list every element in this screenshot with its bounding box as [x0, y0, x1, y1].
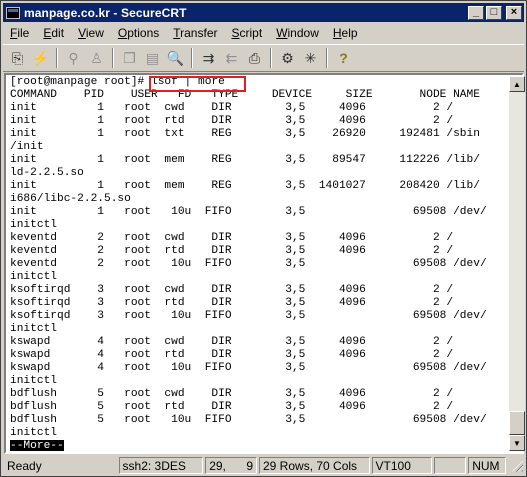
- terminal-line: kswapd 4 root rtd DIR 3,5 4096 2 /: [10, 349, 454, 361]
- window-title: manpage.co.kr - SecureCRT: [24, 5, 187, 20]
- minimize-button[interactable]: _: [468, 5, 484, 20]
- terminal-line: initctl: [10, 219, 57, 231]
- terminal-line: initctl: [10, 375, 57, 387]
- toolbar-separator: [56, 48, 58, 68]
- terminal-line: [root@manpage root]# lsof | more: [10, 76, 225, 88]
- quick-connect-icon[interactable]: ⚡: [29, 47, 52, 69]
- status-bar: Ready ssh2: 3DES 29, 9 29 Rows, 70 Cols V…: [3, 456, 524, 475]
- status-col: 9: [246, 458, 253, 473]
- menu-edit[interactable]: Edit: [36, 26, 71, 40]
- terminal-line: COMMAND PID USER FD TYPE DEVICE SIZE NOD…: [10, 89, 480, 101]
- status-cursor: 29, 9: [205, 457, 257, 474]
- menu-transfer[interactable]: Transfer: [166, 26, 224, 40]
- title-bar[interactable]: manpage.co.kr - SecureCRT _ □ ×: [3, 3, 524, 22]
- paste-icon[interactable]: ▤: [141, 47, 164, 69]
- status-row: 29,: [209, 458, 226, 473]
- help-icon[interactable]: ?: [332, 47, 355, 69]
- connect-icon[interactable]: ⎘: [6, 47, 29, 69]
- pager-more-prompt[interactable]: --More--: [10, 440, 64, 451]
- terminal-line: init 1 root mem REG 3,5 89547 112226 /li…: [10, 154, 480, 166]
- menu-options[interactable]: Options: [111, 26, 166, 40]
- terminal-line: --More--: [10, 440, 507, 451]
- find-icon[interactable]: 🔍: [164, 47, 187, 69]
- terminal-line: init 1 root txt REG 3,5 26920 192481 /sb…: [10, 128, 480, 140]
- terminal-line: kswapd 4 root cwd DIR 3,5 4096 2 /: [10, 336, 454, 348]
- command-highlight-box: [149, 76, 246, 92]
- scroll-up-arrow-icon[interactable]: ▲: [509, 76, 525, 92]
- vertical-scrollbar[interactable]: ▲ ▼: [509, 76, 525, 451]
- scrollbar-thumb[interactable]: [509, 411, 525, 435]
- terminal-line: ld-2.2.5.so: [10, 167, 84, 179]
- maximize-button[interactable]: □: [486, 5, 502, 20]
- terminal-line: init 1 root cwd DIR 3,5 4096 2 /: [10, 102, 454, 114]
- menu-window[interactable]: Window: [269, 26, 326, 40]
- close-button[interactable]: ×: [506, 5, 522, 20]
- status-protocol: ssh2: 3DES: [118, 457, 204, 474]
- terminal-line: kswapd 4 root 10u FIFO 3,5 69508 /dev/: [10, 362, 487, 374]
- securecrt-window: manpage.co.kr - SecureCRT _ □ × File Edi…: [0, 0, 527, 477]
- terminal-line: initctl: [10, 271, 57, 283]
- status-num: NUM: [468, 457, 507, 474]
- global-options-icon[interactable]: ✳: [299, 47, 322, 69]
- status-emulation: VT100: [371, 457, 433, 474]
- terminal-output[interactable]: [root@manpage root]# lsof | more COMMAND …: [7, 76, 507, 451]
- disconnect-icon[interactable]: ⚲: [62, 47, 85, 69]
- toolbar-separator: [270, 48, 272, 68]
- toolbar-separator: [112, 48, 114, 68]
- status-caps: [434, 457, 467, 474]
- terminal-line: initctl: [10, 427, 57, 439]
- receive-file-icon[interactable]: ⇇: [220, 47, 243, 69]
- terminal-line: keventd 2 root cwd DIR 3,5 4096 2 /: [10, 232, 454, 244]
- status-ready: Ready: [7, 458, 42, 473]
- terminal-line: keventd 2 root rtd DIR 3,5 4096 2 /: [10, 245, 454, 257]
- terminal-line: bdflush 5 root 10u FIFO 3,5 69508 /dev/: [10, 414, 487, 426]
- toolbar: ⎘ ⚡ ⚲ ♙ ❐ ▤ 🔍 ⇉ ⇇ ⎙ ⚙ ✳ ?: [3, 44, 524, 72]
- terminal-frame: [root@manpage root]# lsof | more COMMAND …: [4, 73, 525, 454]
- menu-help[interactable]: Help: [326, 26, 365, 40]
- status-size: 29 Rows, 70 Cols: [259, 457, 370, 474]
- terminal-line: bdflush 5 root cwd DIR 3,5 4096 2 /: [10, 388, 454, 400]
- terminal-line: ksoftirqd 3 root 10u FIFO 3,5 69508 /dev…: [10, 310, 487, 322]
- terminal-line: init 1 root 10u FIFO 3,5 69508 /dev/: [10, 206, 487, 218]
- terminal-line: ksoftirqd 3 root cwd DIR 3,5 4096 2 /: [10, 284, 454, 296]
- terminal-line: initctl: [10, 323, 57, 335]
- reconnect-icon[interactable]: ♙: [85, 47, 108, 69]
- toolbar-separator: [326, 48, 328, 68]
- menu-view[interactable]: View: [71, 26, 111, 40]
- copy-icon[interactable]: ❐: [118, 47, 141, 69]
- scroll-down-arrow-icon[interactable]: ▼: [509, 435, 525, 451]
- terminal-line: ksoftirqd 3 root rtd DIR 3,5 4096 2 /: [10, 297, 454, 309]
- terminal-line: init 1 root rtd DIR 3,5 4096 2 /: [10, 115, 454, 127]
- menu-file[interactable]: File: [3, 26, 36, 40]
- resize-grip-icon[interactable]: [510, 459, 524, 473]
- terminal-line: i686/libc-2.2.5.so: [10, 193, 131, 205]
- menu-script[interactable]: Script: [225, 26, 270, 40]
- terminal-line: init 1 root mem REG 3,5 1401027 208420 /…: [10, 180, 480, 192]
- toolbar-separator: [191, 48, 193, 68]
- menu-bar: File Edit View Options Transfer Script W…: [3, 23, 524, 42]
- terminal-app-icon[interactable]: [6, 6, 20, 19]
- terminal-line: keventd 2 root 10u FIFO 3,5 69508 /dev/: [10, 258, 487, 270]
- terminal-line: bdflush 5 root rtd DIR 3,5 4096 2 /: [10, 401, 454, 413]
- send-file-icon[interactable]: ⇉: [197, 47, 220, 69]
- session-options-icon[interactable]: ⚙: [276, 47, 299, 69]
- terminal-line: /init: [10, 141, 44, 153]
- print-icon[interactable]: ⎙: [243, 47, 266, 69]
